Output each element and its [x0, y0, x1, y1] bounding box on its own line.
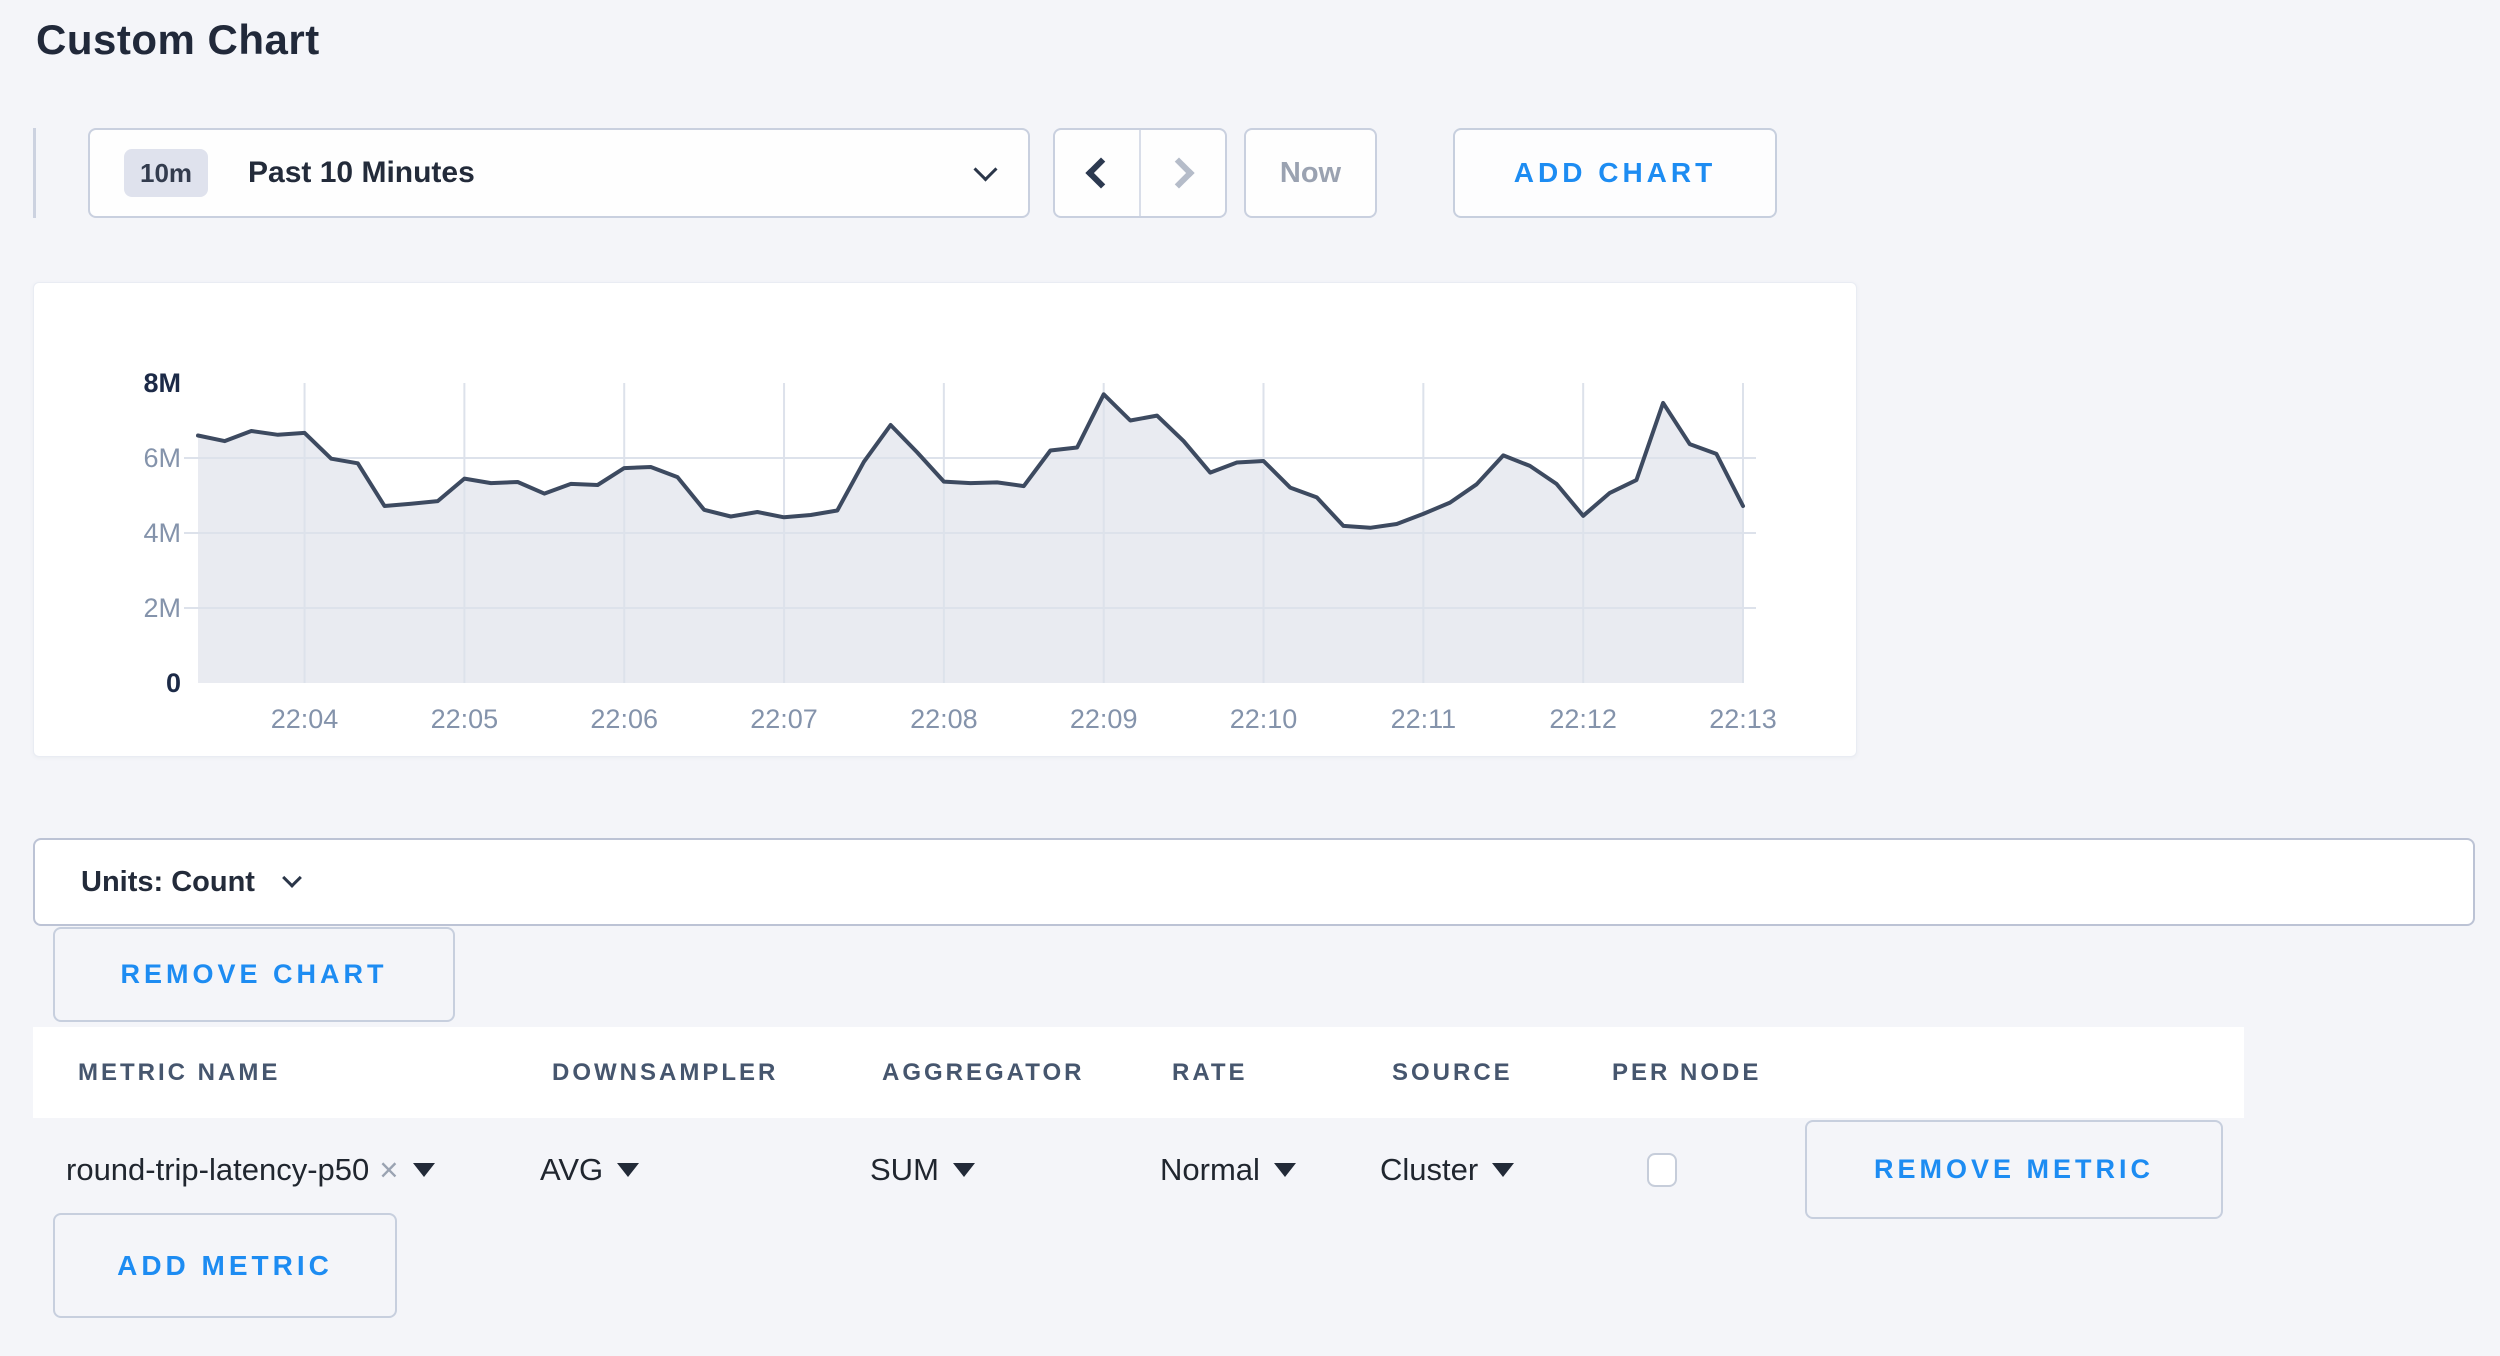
column-header-per-node: PER NODE [1567, 1059, 1800, 1087]
y-axis-label: 8M [143, 368, 181, 398]
metric-table-row: round-trip-latency-p50 × AVG SUM Normal … [33, 1118, 2244, 1222]
toolbar-accent-line [33, 128, 36, 218]
page-title: Custom Chart [36, 16, 320, 64]
time-window-badge: 10m [124, 149, 208, 197]
add-chart-button[interactable]: ADD CHART [1453, 128, 1777, 218]
x-axis-label: 22:08 [910, 704, 978, 734]
remove-metric-button[interactable]: REMOVE METRIC [1805, 1120, 2223, 1219]
caret-down-icon [1274, 1163, 1296, 1177]
caret-down-icon [953, 1163, 975, 1177]
area-fill [198, 394, 1743, 683]
x-axis-label: 22:07 [750, 704, 818, 734]
chevron-right-icon [1163, 157, 1194, 188]
units-dropdown[interactable]: Units: Count [33, 838, 2475, 926]
units-label: Units: Count [81, 866, 255, 899]
source-value: Cluster [1380, 1152, 1478, 1188]
metric-name-value: round-trip-latency-p50 [66, 1152, 369, 1188]
column-header-rate: RATE [1127, 1059, 1347, 1087]
caret-down-icon [1492, 1163, 1514, 1177]
x-axis-label: 22:13 [1709, 704, 1777, 734]
metric-name-dropdown[interactable]: round-trip-latency-p50 × [33, 1151, 507, 1189]
now-button[interactable]: Now [1244, 128, 1377, 218]
column-header-aggregator: AGGREGATOR [837, 1059, 1127, 1087]
x-axis-label: 22:12 [1549, 704, 1617, 734]
aggregator-dropdown[interactable]: SUM [837, 1152, 1127, 1188]
metrics-table-header: METRIC NAME DOWNSAMPLER AGGREGATOR RATE … [33, 1027, 2244, 1118]
remove-chart-button[interactable]: REMOVE CHART [53, 927, 455, 1022]
caret-down-icon [413, 1163, 435, 1177]
source-dropdown[interactable]: Cluster [1347, 1152, 1567, 1188]
time-pager-group [1053, 128, 1227, 218]
time-forward-button[interactable] [1141, 130, 1225, 216]
caret-down-icon [617, 1163, 639, 1177]
per-node-checkbox[interactable] [1647, 1153, 1677, 1187]
downsampler-dropdown[interactable]: AVG [507, 1152, 837, 1188]
chevron-down-icon [282, 868, 302, 888]
column-header-downsampler: DOWNSAMPLER [507, 1059, 837, 1087]
x-axis-label: 22:09 [1070, 704, 1138, 734]
x-axis-label: 22:04 [271, 704, 339, 734]
downsampler-value: AVG [540, 1152, 603, 1188]
y-axis-label: 2M [143, 593, 181, 623]
chevron-left-icon [1085, 157, 1116, 188]
aggregator-value: SUM [870, 1152, 939, 1188]
time-range-dropdown[interactable]: 10m Past 10 Minutes [88, 128, 1030, 218]
rate-dropdown[interactable]: Normal [1127, 1152, 1347, 1188]
x-axis-label: 22:10 [1230, 704, 1298, 734]
rate-value: Normal [1160, 1152, 1260, 1188]
time-back-button[interactable] [1055, 130, 1139, 216]
x-axis-label: 22:11 [1391, 704, 1457, 734]
remove-tag-icon[interactable]: × [379, 1151, 398, 1189]
column-header-metric-name: METRIC NAME [33, 1059, 507, 1087]
y-axis-label: 6M [143, 443, 181, 473]
y-axis-label: 0 [166, 668, 181, 698]
time-window-label: Past 10 Minutes [248, 156, 475, 190]
x-axis-label: 22:05 [431, 704, 499, 734]
custom-chart-svg: 0 2M 4M 6M 8M 22:04 22:05 22:06 22:07 22:08 22:09 2… [34, 283, 1858, 758]
y-axis-label: 4M [143, 518, 181, 548]
chart-card: 0 2M 4M 6M 8M 22:04 22:05 22:06 22:07 22:08 22:09 2… [33, 282, 1857, 757]
add-metric-button[interactable]: ADD METRIC [53, 1213, 397, 1318]
column-header-source: SOURCE [1347, 1059, 1567, 1087]
per-node-cell [1567, 1153, 1800, 1187]
x-axis-label: 22:06 [590, 704, 658, 734]
chevron-down-icon [973, 157, 997, 181]
